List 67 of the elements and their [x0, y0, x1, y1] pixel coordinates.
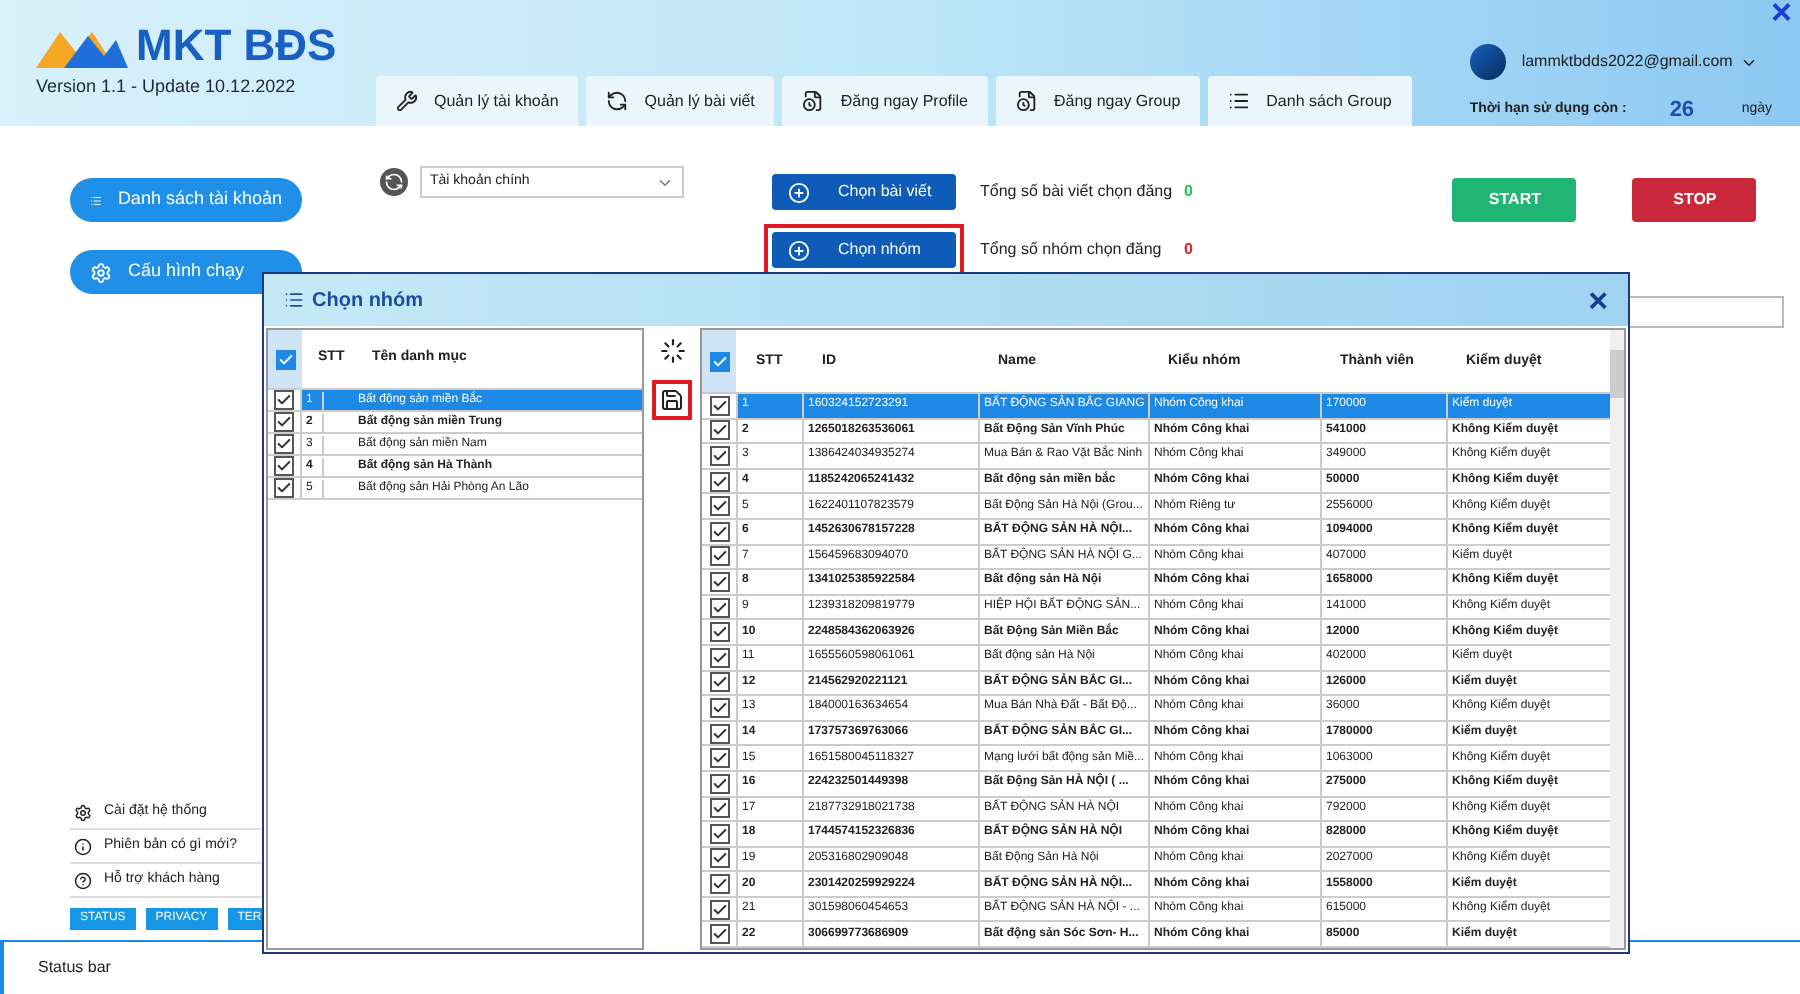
checkbox[interactable]	[274, 478, 294, 498]
add-button[interactable]: Chọn nhóm	[772, 232, 956, 268]
checkbox[interactable]	[709, 546, 729, 567]
checkbox[interactable]	[709, 647, 729, 668]
checkbox[interactable]	[709, 899, 729, 920]
nav-tab[interactable]: Đăng ngay Profile	[782, 76, 988, 126]
add-button[interactable]: Chọn bài viết	[772, 174, 956, 210]
count-value: 0	[1184, 238, 1193, 262]
checkbox[interactable]	[274, 390, 294, 410]
logo-text: MKT BĐS	[136, 24, 337, 68]
checkbox[interactable]	[709, 723, 729, 744]
nav-tab[interactable]: Quản lý tài khoản	[376, 76, 579, 126]
count-label: Tổng số nhóm chọn đăng	[980, 238, 1164, 262]
document-clock-icon	[1016, 90, 1038, 112]
checkbox[interactable]	[709, 748, 729, 769]
list-icon	[284, 290, 304, 310]
checkbox[interactable]	[709, 823, 729, 844]
checkbox[interactable]	[709, 773, 729, 794]
checkbox[interactable]	[709, 874, 729, 895]
list-icon	[1228, 90, 1251, 112]
save-icon	[660, 388, 684, 412]
account-email[interactable]: lammktbdds2022@gmail.com	[1521, 50, 1733, 74]
count-label: Tổng số bài viết chọn đăng	[980, 180, 1175, 204]
help-icon	[74, 871, 92, 889]
count-value: 0	[1184, 180, 1193, 204]
plus-icon	[788, 239, 810, 261]
gear-icon	[74, 803, 92, 821]
checkbox[interactable]	[709, 597, 729, 618]
nav-tab[interactable]: Quản lý bài viết	[586, 76, 775, 126]
refresh-icon	[606, 90, 629, 112]
wrench-icon	[396, 90, 418, 112]
gear-icon	[90, 261, 112, 283]
scrollbar[interactable]	[1610, 330, 1624, 948]
nav-tab[interactable]: Đăng ngay Group	[996, 76, 1201, 126]
checkbox[interactable]	[709, 351, 729, 371]
info-icon	[74, 837, 92, 855]
checkbox[interactable]	[709, 924, 729, 945]
checkbox[interactable]	[274, 434, 294, 454]
checkbox[interactable]	[274, 412, 294, 432]
checkbox[interactable]	[709, 848, 729, 869]
checkbox[interactable]	[709, 471, 729, 492]
checkbox[interactable]	[709, 521, 729, 542]
checkbox[interactable]	[709, 420, 729, 441]
save-button[interactable]	[652, 380, 692, 420]
checkbox[interactable]	[709, 395, 729, 416]
checkbox[interactable]	[709, 798, 729, 819]
loading-icon[interactable]	[659, 338, 685, 364]
nav-tab[interactable]: Danh sách Group	[1208, 76, 1412, 126]
version-text: Version 1.1 - Update 10.12.2022	[36, 74, 298, 100]
checkbox[interactable]	[709, 445, 729, 466]
dialog-title: Chọn nhóm	[312, 287, 424, 315]
checkbox[interactable]	[709, 571, 729, 592]
checkbox[interactable]	[709, 622, 729, 643]
close-button[interactable]: ×	[1770, 0, 1792, 30]
checkbox[interactable]	[709, 496, 729, 517]
plus-icon	[788, 181, 810, 203]
refresh-icon[interactable]	[380, 168, 408, 196]
checkbox[interactable]	[275, 349, 295, 369]
checkbox[interactable]	[709, 697, 729, 718]
status-text: Status bar	[38, 956, 111, 980]
avatar	[1469, 44, 1506, 80]
document-clock-icon	[802, 90, 825, 112]
stop-button[interactable]: STOP	[1632, 178, 1757, 222]
checkbox[interactable]	[274, 456, 294, 476]
close-button[interactable]: ×	[1588, 283, 1608, 317]
days-remaining: 26	[1669, 96, 1697, 126]
checkbox[interactable]	[709, 672, 729, 693]
